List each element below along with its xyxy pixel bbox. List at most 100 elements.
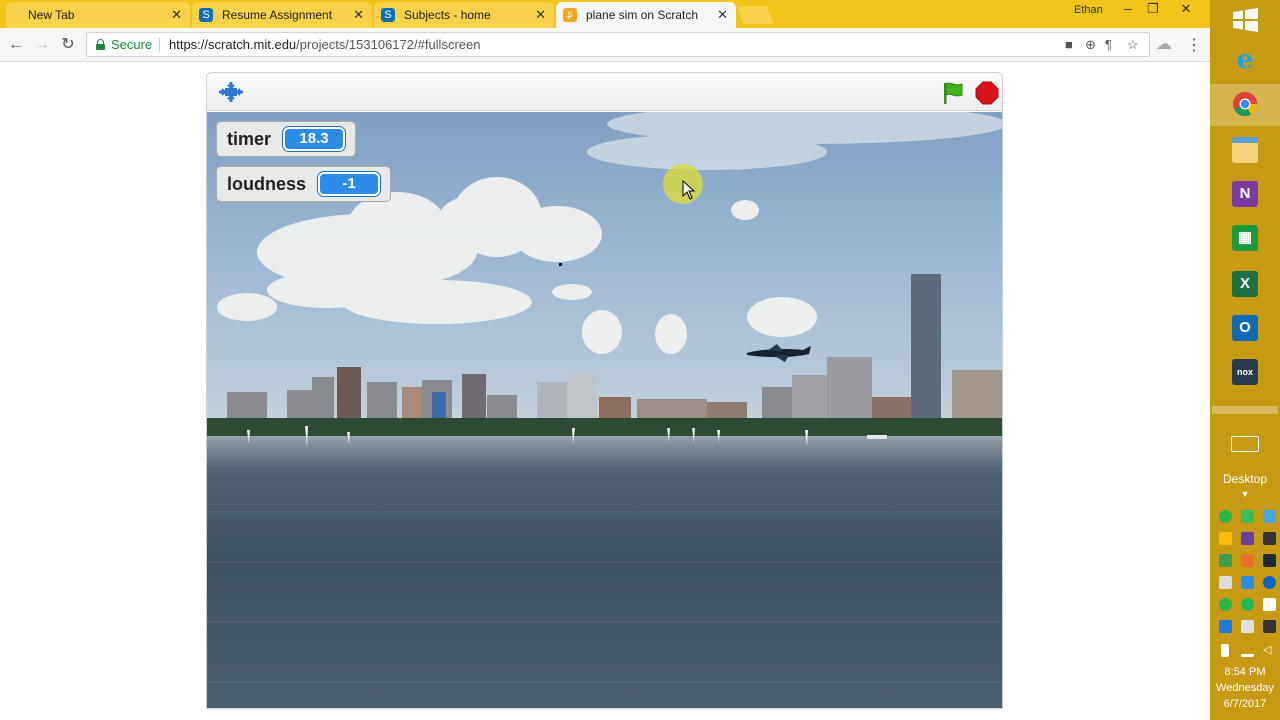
network-app-icon[interactable]: [1241, 576, 1254, 589]
new-tab-button[interactable]: [736, 6, 774, 24]
url-host: https://scratch.mit.edu: [169, 37, 297, 52]
stage[interactable]: timer 18.3 loudness -1: [207, 112, 1002, 708]
outlook-icon: O: [1232, 315, 1258, 341]
taskbar-internet-explorer[interactable]: e: [1210, 40, 1280, 82]
taskbar-nox[interactable]: nox: [1210, 352, 1280, 394]
signal-icon[interactable]: [1241, 644, 1254, 657]
plane-sprite[interactable]: [745, 342, 813, 364]
taskbar-scrollbar[interactable]: [1212, 406, 1278, 414]
windows-start-icon[interactable]: [1210, 0, 1280, 40]
chevron-down-icon[interactable]: ▼: [1210, 489, 1280, 499]
sharepoint-icon: S: [381, 8, 395, 22]
tray-app-4-icon[interactable]: [1263, 620, 1276, 633]
google-drive-icon[interactable]: [1219, 532, 1232, 545]
restore-icon[interactable]: ❐: [1140, 1, 1166, 17]
bluetooth-icon[interactable]: [1263, 576, 1276, 589]
divider: [159, 38, 160, 52]
tab-strip: New Tab ✕ S Resume Assignment ✕ S Subjec…: [0, 0, 1210, 28]
lock-icon: [96, 39, 105, 50]
secure-label: Secure: [111, 37, 153, 52]
extension-icon[interactable]: ¶: [1105, 37, 1112, 52]
excel-icon: X: [1232, 271, 1258, 297]
scratch-icon: ʂ: [563, 8, 577, 22]
mouse-cursor-icon: [682, 180, 696, 200]
tray-misc-icon[interactable]: [1263, 598, 1276, 611]
forward-icon[interactable]: →: [32, 35, 52, 55]
exit-fullscreen-icon[interactable]: [217, 81, 245, 103]
onenote-tray-icon[interactable]: [1241, 532, 1254, 545]
steam-icon[interactable]: [1263, 554, 1276, 567]
battery-icon[interactable]: [1221, 644, 1229, 657]
taskbar-chrome[interactable]: [1210, 84, 1280, 126]
player-controls: [207, 73, 1002, 111]
taskbar-onenote[interactable]: N: [1210, 174, 1280, 216]
desktop-label[interactable]: Desktop: [1210, 472, 1280, 486]
close-icon[interactable]: ✕: [171, 7, 182, 23]
profile-button[interactable]: Ethan: [1068, 2, 1109, 18]
wifi-app-icon[interactable]: [1219, 598, 1232, 611]
sync-icon[interactable]: [1219, 510, 1232, 523]
volume-icon[interactable]: ◁: [1263, 644, 1276, 657]
browser-toolbar: ← → ↻ Secure https://scratch.mit.edu/pro…: [0, 28, 1210, 62]
url-text[interactable]: https://scratch.mit.edu/projects/1531061…: [169, 37, 480, 52]
menu-icon[interactable]: ⋮: [1186, 35, 1202, 55]
extension-cloud-icon[interactable]: ☁: [1154, 35, 1174, 55]
clock-day: Wednesday: [1216, 682, 1274, 694]
tab-label: New Tab: [28, 8, 75, 22]
taskbar-store[interactable]: ▦: [1210, 218, 1280, 260]
shield-icon[interactable]: [1219, 554, 1232, 567]
sharepoint-icon: S: [199, 8, 213, 22]
spotify-icon[interactable]: [1241, 598, 1254, 611]
steam-tray-icon[interactable]: [1263, 532, 1276, 545]
timer-monitor[interactable]: timer 18.3: [216, 121, 357, 157]
camera-icon[interactable]: ■: [1065, 37, 1073, 52]
onedrive-icon[interactable]: [1263, 510, 1276, 523]
reload-icon[interactable]: ↻: [58, 35, 78, 55]
nox-icon: nox: [1232, 359, 1258, 385]
tab-label: Subjects - home: [404, 8, 491, 22]
clock-date: 6/7/2017: [1223, 698, 1267, 710]
tray-app-2-icon[interactable]: [1219, 620, 1232, 633]
windows-taskbar: e N ▦ X O nox Desktop ▼ ◁ 8:54 PM Wednes…: [1210, 0, 1280, 720]
system-clock[interactable]: 8:54 PM Wednesday 6/7/2017: [1210, 664, 1280, 712]
tab-label: plane sim on Scratch: [586, 8, 699, 22]
tab-new-tab[interactable]: New Tab ✕: [6, 2, 190, 28]
tab-subjects-home[interactable]: S Subjects - home ✕: [374, 2, 554, 28]
clock-time: 8:54 PM: [1224, 666, 1266, 678]
origin-icon[interactable]: [1241, 554, 1254, 567]
scratch-player: timer 18.3 loudness -1: [206, 72, 1003, 709]
monitor-value: 18.3: [283, 127, 346, 151]
internet-explorer-icon: e: [1236, 45, 1254, 75]
taskbar-excel[interactable]: X: [1210, 264, 1280, 306]
browser-chrome: New Tab ✕ S Resume Assignment ✕ S Subjec…: [0, 0, 1210, 62]
tray-app-icon[interactable]: [1241, 510, 1254, 523]
chrome-icon: [1233, 92, 1257, 117]
zoom-icon[interactable]: ⊕: [1085, 37, 1096, 53]
bookmark-star-icon[interactable]: ☆: [1127, 37, 1139, 53]
close-icon[interactable]: ✕: [535, 7, 546, 23]
keyboard-icon[interactable]: [1231, 436, 1259, 452]
taskbar-file-explorer[interactable]: [1210, 130, 1280, 172]
loudness-monitor[interactable]: loudness -1: [216, 166, 392, 202]
page-content: timer 18.3 loudness -1: [0, 62, 1210, 720]
onenote-icon: N: [1232, 181, 1258, 207]
file-explorer-icon: [1232, 137, 1258, 163]
display-icon[interactable]: [1219, 576, 1232, 589]
taskbar-outlook[interactable]: O: [1210, 308, 1280, 350]
close-icon[interactable]: ✕: [353, 7, 364, 23]
tab-plane-sim[interactable]: ʂ plane sim on Scratch ✕: [556, 2, 736, 28]
tray-app-3-icon[interactable]: [1241, 620, 1254, 633]
back-icon[interactable]: ←: [6, 35, 26, 55]
stop-icon[interactable]: [975, 81, 999, 105]
tab-label: Resume Assignment: [222, 8, 333, 22]
close-window-icon[interactable]: ✕: [1173, 1, 1199, 17]
monitor-label: timer: [227, 128, 272, 149]
close-icon[interactable]: ✕: [717, 7, 728, 23]
minimize-icon[interactable]: –: [1115, 1, 1141, 16]
green-flag-icon[interactable]: [941, 81, 965, 105]
tab-resume-assignment[interactable]: S Resume Assignment ✕: [192, 2, 372, 28]
address-bar[interactable]: Secure https://scratch.mit.edu/projects/…: [86, 32, 1150, 57]
monitor-label: loudness: [227, 173, 307, 194]
monitor-value: -1: [318, 172, 381, 196]
store-icon: ▦: [1232, 225, 1258, 251]
